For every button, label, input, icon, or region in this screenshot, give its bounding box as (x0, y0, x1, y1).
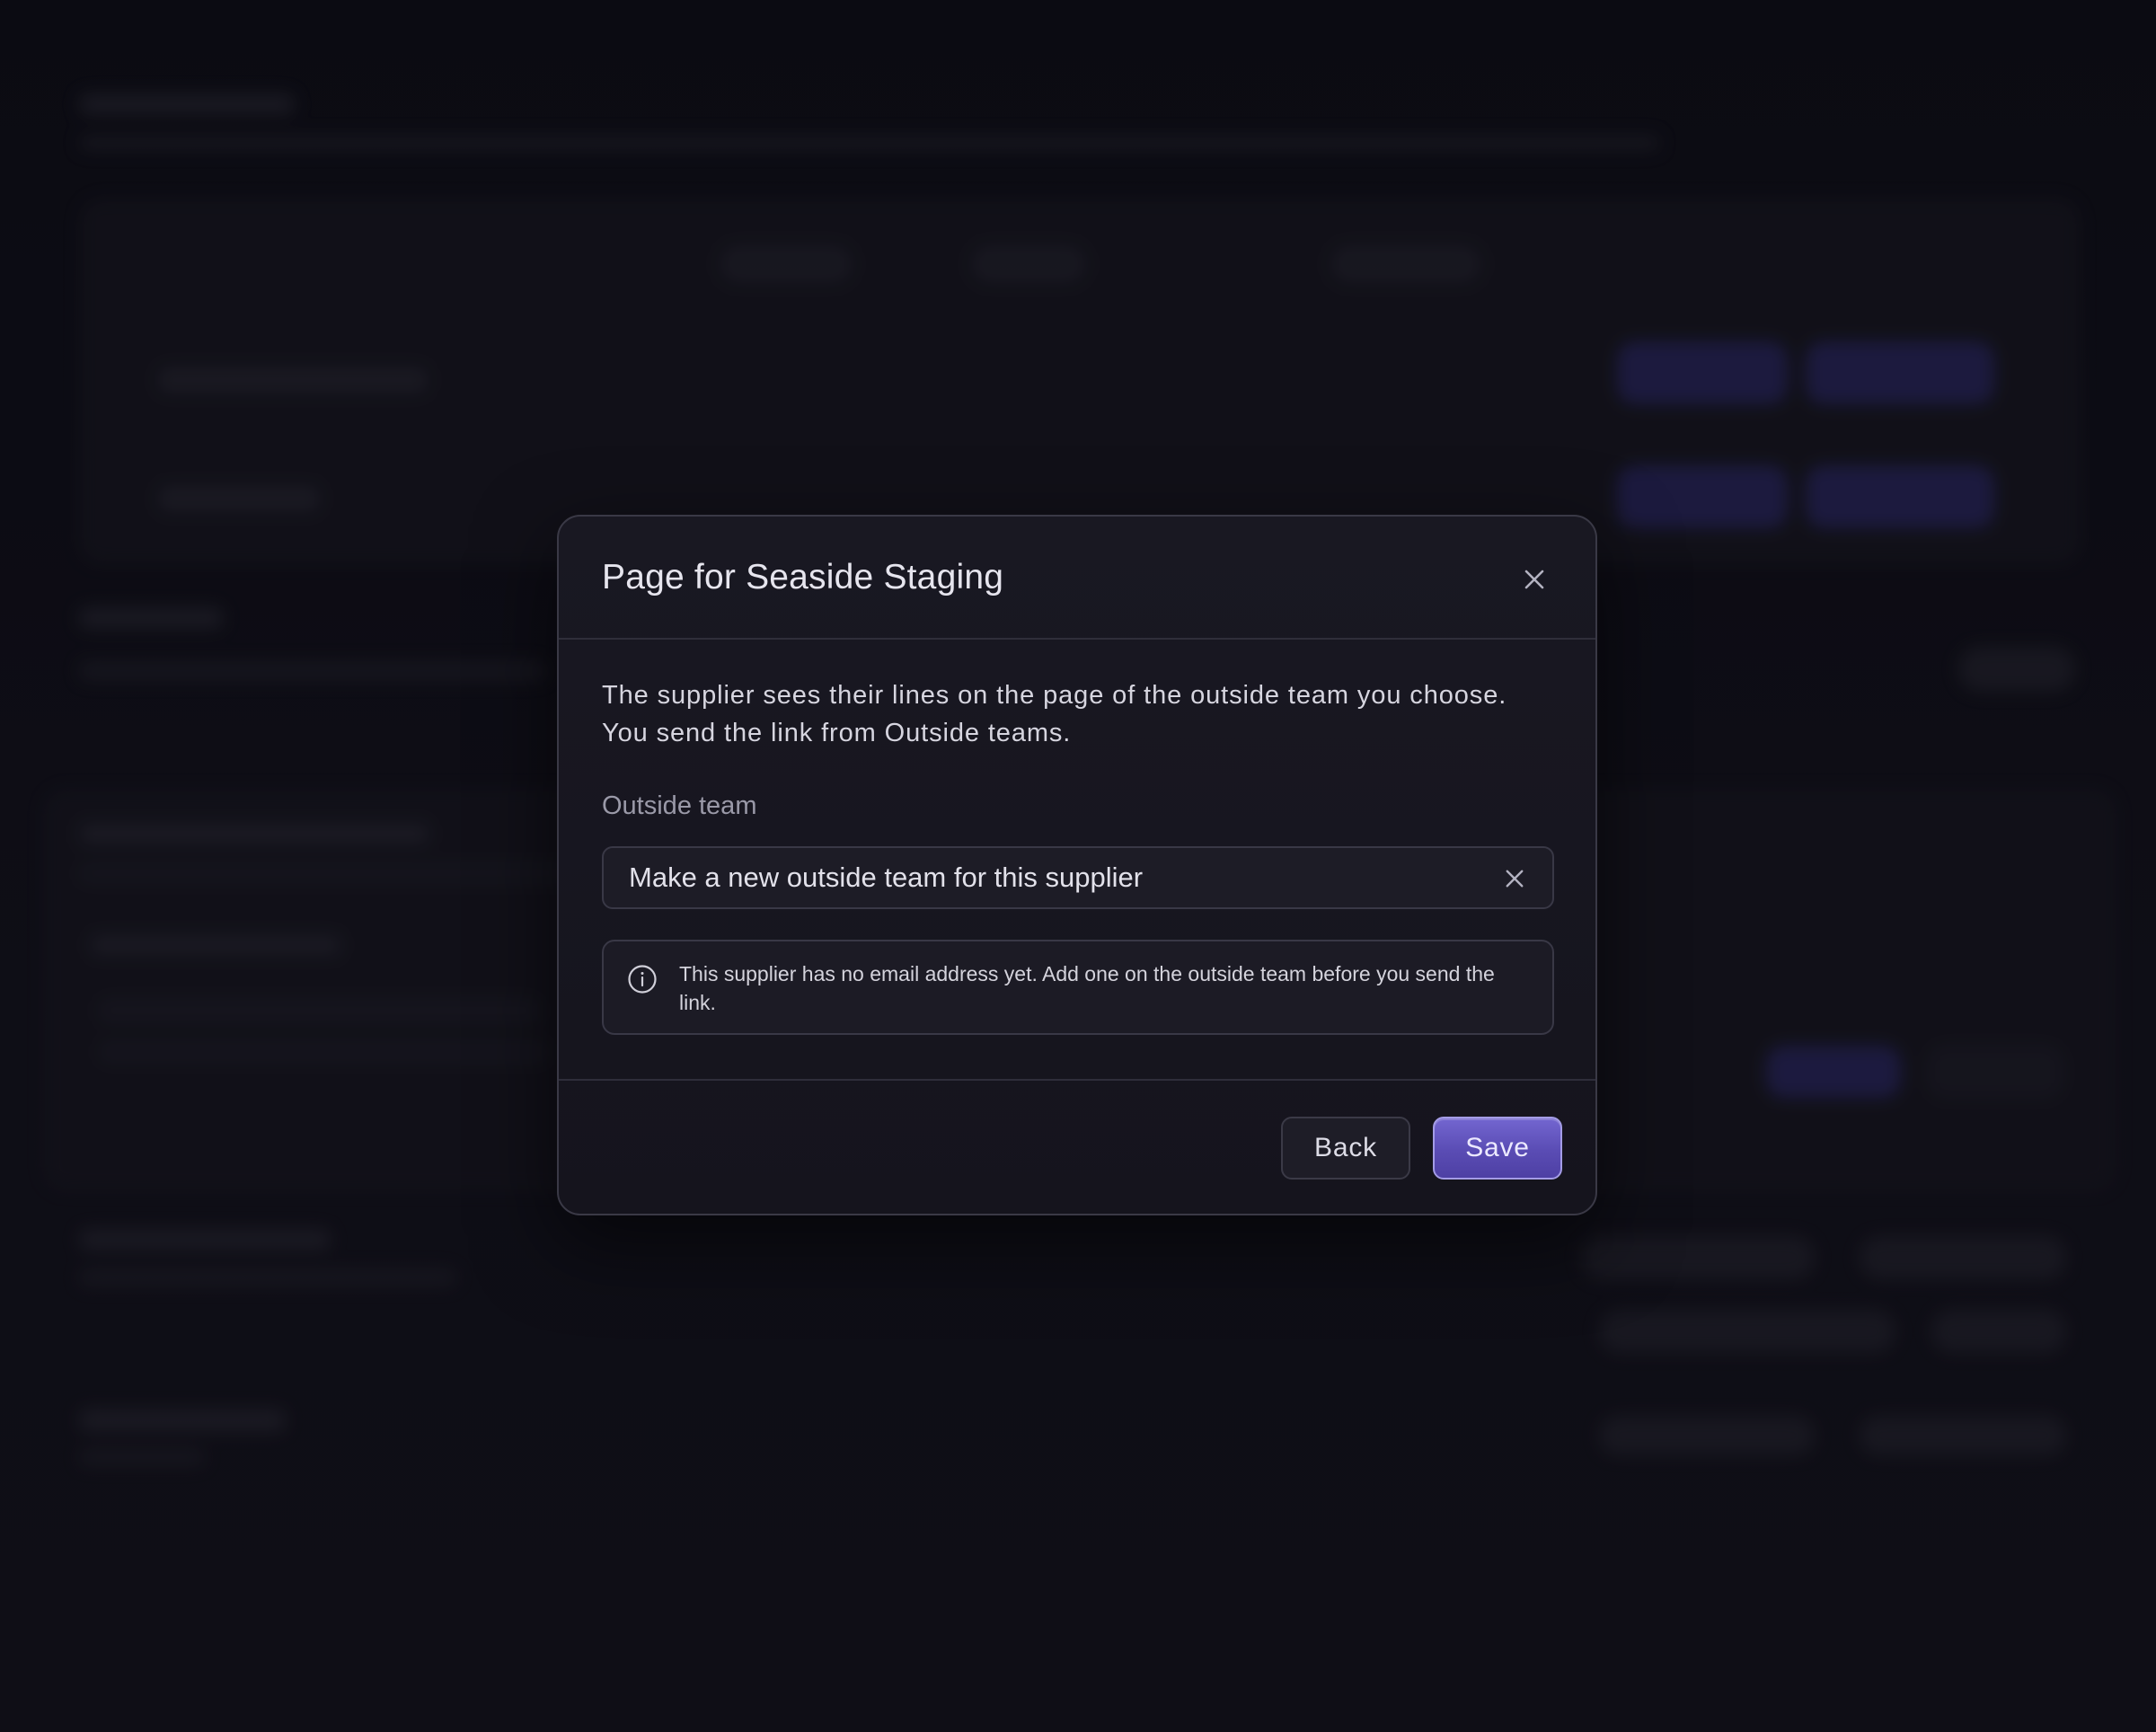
info-icon (628, 965, 657, 994)
dialog-footer: Back Save (559, 1079, 1595, 1215)
dialog-title: Page for Seaside Staging (602, 558, 1004, 596)
save-button[interactable]: Save (1433, 1117, 1562, 1180)
dialog-header: Page for Seaside Staging (559, 517, 1595, 640)
clear-selection-button[interactable] (1502, 866, 1527, 891)
app-page: Page for Seaside Staging The supplier se… (0, 0, 2156, 1732)
outside-team-select-value: Make a new outside team for this supplie… (629, 862, 1144, 893)
dialog-description: The supplier sees their lines on the pag… (602, 676, 1556, 752)
back-button[interactable]: Back (1281, 1117, 1410, 1180)
supplier-page-dialog: Page for Seaside Staging The supplier se… (557, 515, 1597, 1215)
outside-team-label: Outside team (602, 791, 757, 820)
description-line: The supplier sees their lines on the pag… (602, 681, 1507, 710)
close-button[interactable] (1516, 561, 1552, 597)
close-icon (1524, 570, 1544, 589)
missing-email-notice: This supplier has no email address yet. … (602, 940, 1554, 1035)
clear-icon (1506, 870, 1524, 888)
notice-text: This supplier has no email address yet. … (679, 962, 1495, 1014)
description-line: You send the link from Outside teams. (602, 719, 1072, 747)
outside-team-select[interactable]: Make a new outside team for this supplie… (602, 846, 1554, 909)
